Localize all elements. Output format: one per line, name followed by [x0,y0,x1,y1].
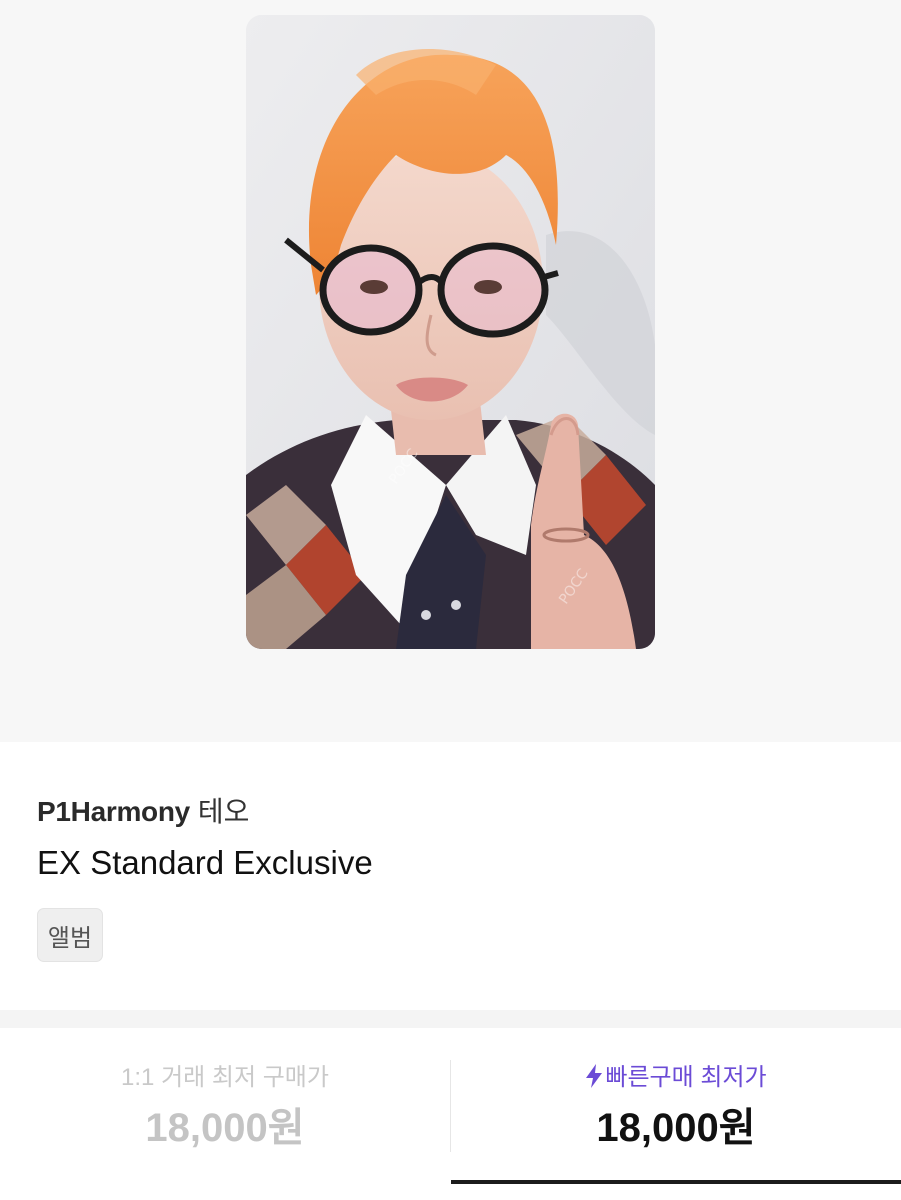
product-image-area: POCC POCC [0,0,901,742]
artist-line: P1Harmony 테오 [37,794,249,830]
tab-label: 1:1 거래 최저 구매가 [121,1064,329,1091]
tab-quick-buy[interactable]: 빠른구매 최저가 18,000원 [451,1028,901,1188]
tab-price: 18,000원 [145,1106,305,1150]
tab-price: 18,000원 [596,1106,756,1150]
active-tab-indicator [451,1180,901,1184]
price-tab-bar: 1:1 거래 최저 구매가 18,000원 빠른구매 최저가 18,000원 [0,1028,901,1200]
category-tag[interactable]: 앨범 [37,908,103,962]
product-info-section: P1Harmony 테오 EX Standard Exclusive 앨범 [0,742,901,1010]
section-divider [0,1010,901,1028]
tab-label-row: 빠른구매 최저가 [451,1064,901,1092]
tab-one-to-one-trade[interactable]: 1:1 거래 최저 구매가 18,000원 [0,1028,450,1188]
product-title: EX Standard Exclusive [37,844,373,881]
tab-label: 빠른구매 최저가 [605,1064,767,1091]
artist-name[interactable]: P1Harmony [37,796,190,827]
member-name: 테오 [197,796,250,827]
photocard-image[interactable]: POCC POCC [246,15,655,649]
lightning-bolt-icon [586,1064,603,1088]
